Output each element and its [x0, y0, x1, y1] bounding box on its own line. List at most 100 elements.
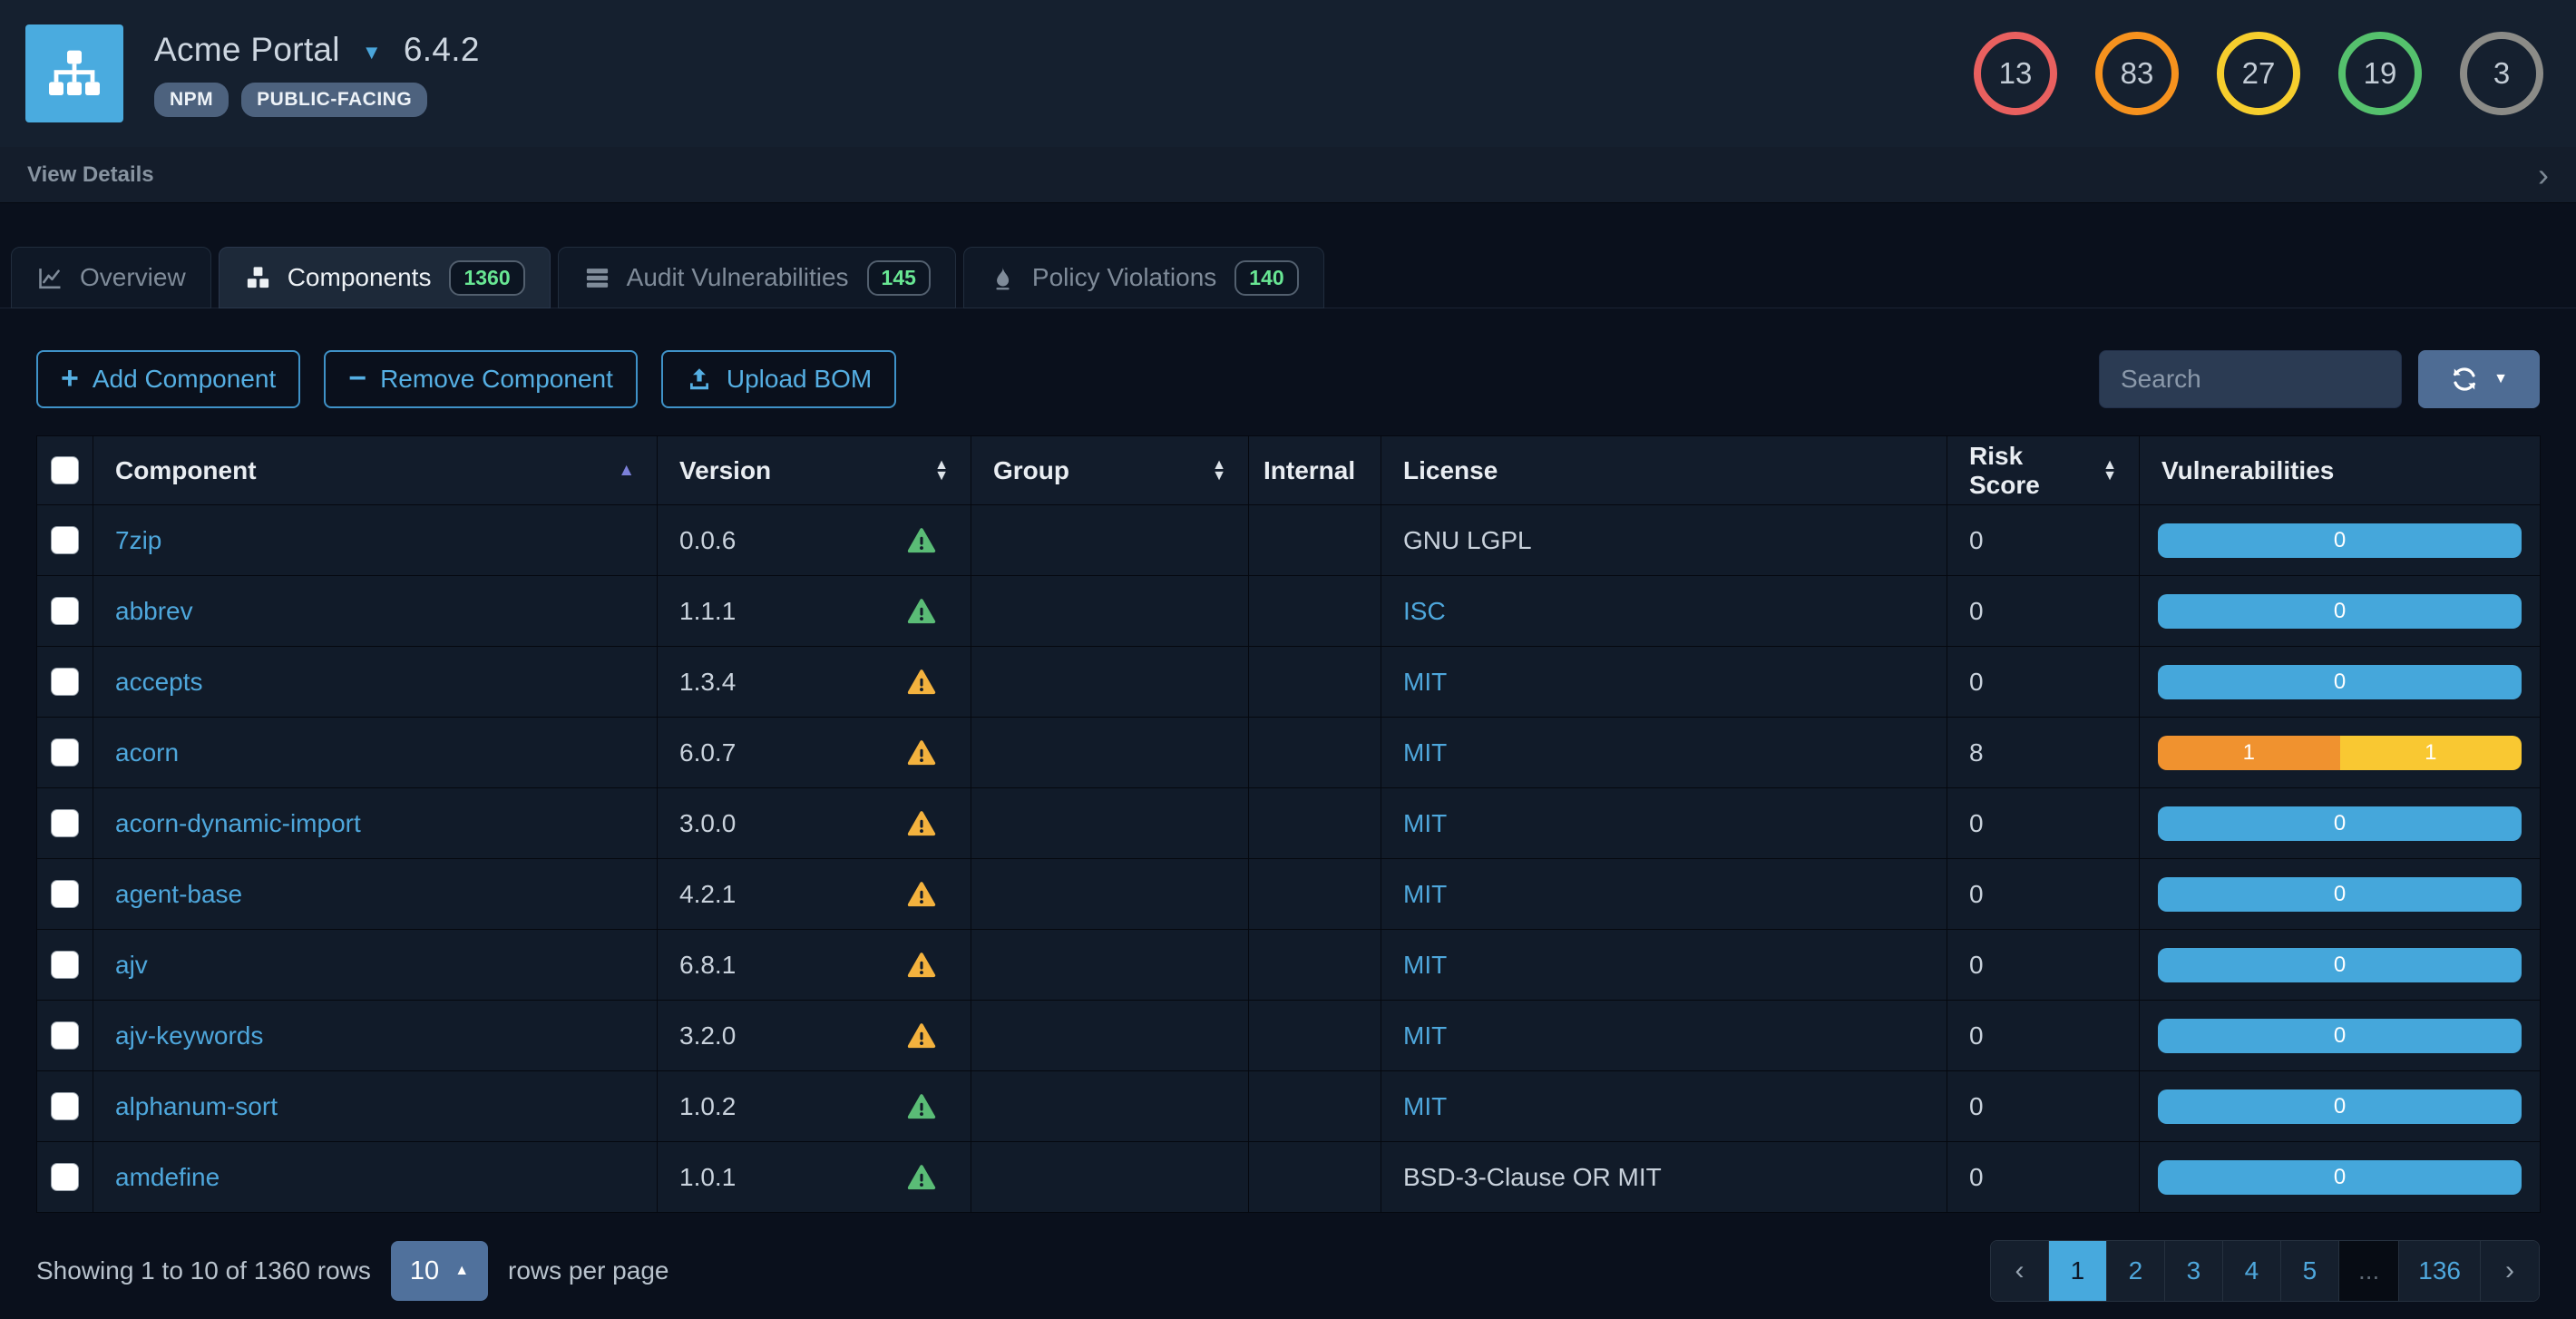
select-all-checkbox[interactable]: [51, 456, 79, 484]
table-row: acorn 6.0.7 MIT 8 11: [37, 718, 2541, 788]
row-checkbox[interactable]: [51, 951, 79, 979]
row-checkbox[interactable]: [51, 809, 79, 837]
table-row: abbrev 1.1.1 ISC 0 0: [37, 576, 2541, 647]
vulnerability-count-segment: 0: [2158, 1160, 2522, 1195]
column-header-version[interactable]: Version▲▼: [658, 436, 971, 505]
component-link[interactable]: amdefine: [115, 1163, 220, 1191]
page-button-2[interactable]: 2: [2107, 1241, 2165, 1301]
table-row: accepts 1.3.4 MIT 0 0: [37, 647, 2541, 718]
version-value: 1.3.4: [679, 668, 736, 697]
sort-icon: ▲▼: [934, 460, 949, 481]
vulnerabilities-bar: 0: [2158, 523, 2522, 558]
internal-cell: [1249, 859, 1381, 930]
column-header-group[interactable]: Group▲▼: [971, 436, 1249, 505]
risk-score-cell: 0: [1947, 505, 2140, 576]
medium-severity-ring: 27: [2217, 32, 2300, 115]
component-link[interactable]: agent-base: [115, 880, 242, 908]
page-button-3[interactable]: 3: [2165, 1241, 2223, 1301]
tab-overview[interactable]: Overview: [11, 247, 211, 308]
version-value: 6.0.7: [679, 738, 736, 767]
group-cell: [971, 788, 1249, 859]
page-button-5[interactable]: 5: [2281, 1241, 2339, 1301]
row-checkbox[interactable]: [51, 738, 79, 767]
upload-bom-button[interactable]: Upload BOM: [661, 350, 896, 408]
page-size-select[interactable]: 10 ▲: [391, 1241, 488, 1301]
internal-cell: [1249, 930, 1381, 1001]
row-checkbox[interactable]: [51, 526, 79, 554]
row-checkbox[interactable]: [51, 880, 79, 908]
license-text[interactable]: ISC: [1403, 597, 1446, 625]
vulnerability-count-segment: 0: [2158, 806, 2522, 841]
component-link[interactable]: 7zip: [115, 526, 161, 554]
row-checkbox[interactable]: [51, 668, 79, 696]
row-checkbox[interactable]: [51, 1021, 79, 1050]
license-text[interactable]: MIT: [1403, 668, 1447, 696]
column-header-internal[interactable]: Internal: [1249, 436, 1381, 505]
component-link[interactable]: ajv-keywords: [115, 1021, 263, 1050]
view-details-bar[interactable]: View Details ›: [0, 147, 2576, 203]
component-link[interactable]: abbrev: [115, 597, 193, 625]
vulnerability-count-segment: 0: [2158, 877, 2522, 912]
tab-policy-violations[interactable]: Policy Violations 140: [963, 247, 1324, 308]
add-component-button[interactable]: + Add Component: [36, 350, 300, 408]
group-cell: [971, 505, 1249, 576]
page-button-4[interactable]: 4: [2223, 1241, 2281, 1301]
group-cell: [971, 576, 1249, 647]
column-header-license[interactable]: License: [1381, 436, 1947, 505]
row-checkbox[interactable]: [51, 597, 79, 625]
tab-components[interactable]: Components 1360: [219, 247, 551, 308]
vulnerabilities-bar: 0: [2158, 665, 2522, 699]
search-input[interactable]: [2099, 350, 2402, 408]
license-text: GNU LGPL: [1403, 526, 1532, 554]
policy-count-badge: 140: [1234, 260, 1298, 296]
prev-page-button[interactable]: ‹: [1991, 1241, 2049, 1301]
version-value: 1.1.1: [679, 597, 736, 626]
group-cell: [971, 1142, 1249, 1213]
remove-component-button[interactable]: − Remove Component: [324, 350, 638, 408]
tab-audit-vulnerabilities[interactable]: Audit Vulnerabilities 145: [558, 247, 956, 308]
row-checkbox[interactable]: [51, 1092, 79, 1120]
tag-badge: NPM: [154, 83, 229, 117]
license-text[interactable]: MIT: [1403, 880, 1447, 908]
audit-count-badge: 145: [867, 260, 931, 296]
tag-badge: PUBLIC-FACING: [241, 83, 427, 117]
license-text[interactable]: MIT: [1403, 1021, 1447, 1050]
column-header-risk-score[interactable]: Risk Score▲▼: [1947, 436, 2140, 505]
chart-line-icon: [36, 264, 64, 292]
component-link[interactable]: alphanum-sort: [115, 1092, 278, 1120]
license-text[interactable]: MIT: [1403, 951, 1447, 979]
project-switcher-caret-icon[interactable]: ▼: [362, 41, 382, 64]
table-row: ajv 6.8.1 MIT 0 0: [37, 930, 2541, 1001]
project-icon: [25, 24, 123, 122]
component-link[interactable]: acorn: [115, 738, 179, 767]
column-header-vulnerabilities[interactable]: Vulnerabilities: [2140, 436, 2541, 505]
group-cell: [971, 1071, 1249, 1142]
vulnerability-count-segment: 1: [2158, 736, 2340, 770]
component-link[interactable]: acorn-dynamic-import: [115, 809, 361, 837]
internal-cell: [1249, 718, 1381, 788]
pagination-ellipsis[interactable]: ...: [2339, 1241, 2399, 1301]
tab-label: Components: [288, 263, 432, 292]
component-link[interactable]: ajv: [115, 951, 148, 979]
vulnerabilities-bar: 0: [2158, 948, 2522, 982]
page-button-1[interactable]: 1: [2049, 1241, 2107, 1301]
version-value: 0.0.6: [679, 526, 736, 555]
tab-label: Overview: [80, 263, 186, 292]
vulnerabilities-bar: 11: [2158, 736, 2522, 770]
vulnerabilities-bar: 0: [2158, 877, 2522, 912]
vulnerability-count-segment: 0: [2158, 594, 2522, 629]
version-value: 4.2.1: [679, 880, 736, 909]
page-button-last[interactable]: 136: [2399, 1241, 2481, 1301]
row-checkbox[interactable]: [51, 1163, 79, 1191]
table-row: alphanum-sort 1.0.2 MIT 0 0: [37, 1071, 2541, 1142]
column-header-component[interactable]: Component▲: [93, 436, 658, 505]
license-text[interactable]: MIT: [1403, 1092, 1447, 1120]
table-body: 7zip 0.0.6 GNU LGPL 0 0 abbrev: [37, 505, 2541, 1213]
refresh-button[interactable]: ▼: [2418, 350, 2540, 408]
next-page-button[interactable]: ›: [2481, 1241, 2539, 1301]
license-text[interactable]: MIT: [1403, 738, 1447, 767]
license-text[interactable]: MIT: [1403, 809, 1447, 837]
table-row: agent-base 4.2.1 MIT 0 0: [37, 859, 2541, 930]
version-status-icon: [905, 596, 938, 627]
component-link[interactable]: accepts: [115, 668, 203, 696]
